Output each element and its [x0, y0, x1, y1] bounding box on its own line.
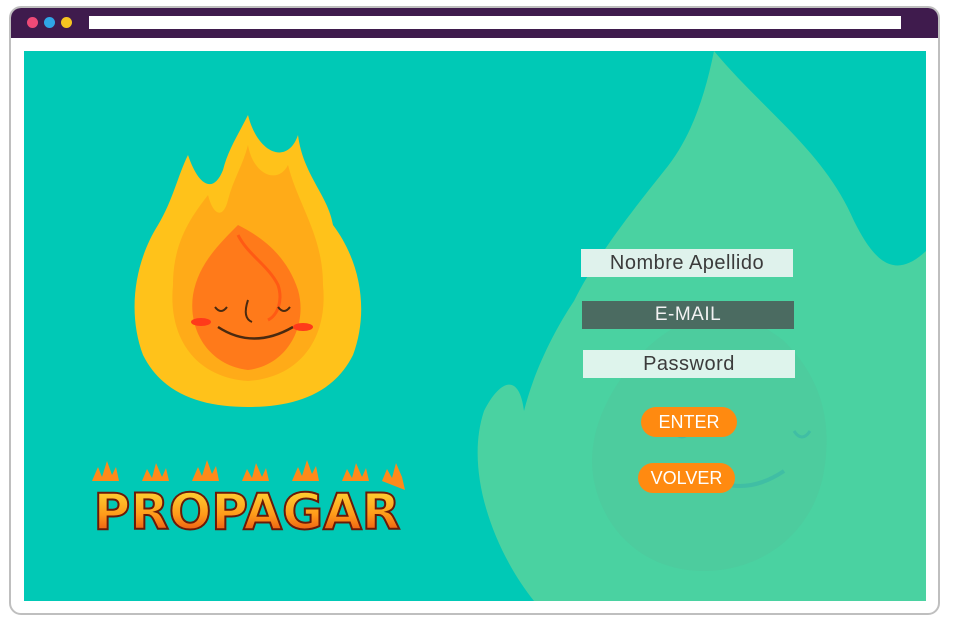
enter-button[interactable]: ENTER — [641, 407, 737, 437]
back-button[interactable]: VOLVER — [638, 463, 735, 493]
close-window-icon[interactable] — [27, 17, 38, 28]
password-field[interactable]: Password — [583, 350, 795, 378]
propagar-logo: PROPAGAR — [92, 460, 405, 541]
fire-mascot-icon — [134, 115, 362, 407]
address-bar[interactable] — [89, 16, 901, 29]
browser-window: PROPAGAR Nombre Apellido E-MAIL Password… — [9, 6, 940, 615]
name-field[interactable]: Nombre Apellido — [581, 249, 793, 277]
browser-titlebar — [11, 8, 938, 38]
email-field[interactable]: E-MAIL — [582, 301, 794, 329]
maximize-window-icon[interactable] — [61, 17, 72, 28]
logo-text: PROPAGAR — [94, 483, 401, 541]
minimize-window-icon[interactable] — [44, 17, 55, 28]
login-page: PROPAGAR Nombre Apellido E-MAIL Password… — [24, 51, 926, 601]
